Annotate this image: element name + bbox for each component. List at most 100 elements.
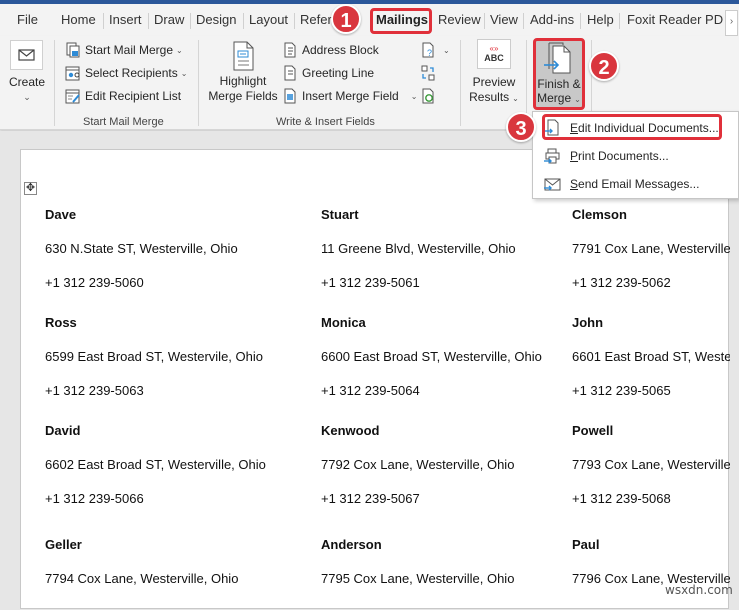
tab-review[interactable]: Review bbox=[438, 11, 481, 29]
record-address: 7793 Cox Lane, Westerville, Ohio bbox=[572, 457, 730, 472]
record-address: 7792 Cox Lane, Westerville, Ohio bbox=[321, 457, 515, 472]
start-mail-merge-button[interactable]: Start Mail Merge ⌄ bbox=[65, 40, 183, 60]
create-label[interactable]: Create ⌄ bbox=[6, 75, 48, 105]
record-name: Powell bbox=[572, 423, 614, 438]
finish-and-merge-button[interactable]: Finish & Merge ⌄ bbox=[533, 38, 585, 110]
preview-results-button[interactable]: «» ABC Preview Results ⌄ bbox=[469, 39, 519, 106]
address-block-icon bbox=[284, 42, 296, 58]
create-text: Create bbox=[8, 75, 46, 89]
insert-merge-field-button[interactable]: Insert Merge Field ⌄ bbox=[282, 86, 417, 106]
edit-recipient-list-icon bbox=[65, 89, 80, 104]
record-name: Anderson bbox=[321, 537, 382, 552]
group-label-write-insert-fields: Write & Insert Fields bbox=[276, 116, 375, 128]
tab-divider bbox=[243, 13, 244, 29]
tab-divider bbox=[484, 13, 485, 29]
select-recipients-button[interactable]: Select Recipients ⌄ bbox=[65, 63, 187, 83]
email-icon bbox=[544, 178, 561, 191]
record-name: David bbox=[45, 423, 81, 438]
highlight-label-line2: Merge Fields bbox=[208, 89, 278, 103]
rules-button[interactable]: ? ⌄ bbox=[420, 40, 450, 60]
step-badge-1: 1 bbox=[331, 4, 361, 34]
preview-marks: «» bbox=[489, 44, 499, 53]
record-address: 11 Greene Blvd, Westerville, Ohio bbox=[321, 241, 516, 256]
send-email-messages-label: Send Email Messages... bbox=[570, 177, 700, 191]
update-labels-button[interactable] bbox=[420, 86, 440, 106]
tab-file[interactable]: File bbox=[17, 11, 38, 29]
tab-divider bbox=[580, 13, 581, 29]
chevron-down-icon: ⌄ bbox=[443, 45, 450, 55]
tab-insert[interactable]: Insert bbox=[109, 11, 142, 29]
tab-divider bbox=[619, 13, 620, 29]
record-phone: +1 312 239-5065 bbox=[572, 383, 671, 398]
chevron-down-icon: ⌄ bbox=[410, 91, 418, 101]
address-block-button[interactable]: Address Block bbox=[282, 40, 379, 60]
highlight-label-line1: Highlight bbox=[219, 74, 267, 88]
document-page: ✥ Dave 630 N.State ST, Westerville, Ohio… bbox=[20, 149, 730, 610]
match-fields-icon bbox=[421, 65, 435, 81]
record-address: 7794 Cox Lane, Westerville, Ohio bbox=[45, 571, 239, 586]
record-name: Ross bbox=[45, 315, 77, 330]
record-phone: +1 312 239-5061 bbox=[321, 275, 420, 290]
tab-design[interactable]: Design bbox=[196, 11, 236, 29]
record-phone: +1 312 239-5067 bbox=[321, 491, 420, 506]
record-name: Monica bbox=[321, 315, 366, 330]
tab-references[interactable]: Refer bbox=[300, 11, 332, 29]
record-name: Clemson bbox=[572, 207, 627, 222]
tab-divider bbox=[523, 13, 524, 29]
record-name: Kenwood bbox=[321, 423, 380, 438]
tab-draw[interactable]: Draw bbox=[154, 11, 184, 29]
preview-abc: ABC bbox=[484, 53, 504, 63]
group-divider bbox=[54, 40, 55, 126]
group-divider bbox=[460, 40, 461, 126]
insert-merge-field-icon bbox=[284, 88, 296, 104]
greeting-line-label: Greeting Line bbox=[302, 66, 375, 80]
create-button[interactable] bbox=[10, 40, 43, 70]
select-recipients-label: Select Recipients bbox=[85, 66, 178, 80]
select-recipients-icon bbox=[65, 66, 80, 81]
records-table: Dave 630 N.State ST, Westerville, Ohio +… bbox=[21, 150, 730, 610]
chevron-down-icon: ⌄ bbox=[176, 45, 183, 55]
tab-add-ins[interactable]: Add-ins bbox=[530, 11, 574, 29]
chevron-down-icon: ⌄ bbox=[180, 68, 188, 78]
start-mail-merge-icon bbox=[66, 42, 80, 58]
chevron-down-icon: ⌄ bbox=[23, 92, 31, 102]
rules-icon: ? bbox=[422, 42, 434, 58]
highlight-merge-fields-icon bbox=[233, 41, 254, 71]
record-address: 6601 East Broad ST, Westerville, Ohio bbox=[572, 349, 730, 364]
svg-text:?: ? bbox=[427, 48, 432, 58]
greeting-line-button[interactable]: Greeting Line bbox=[282, 63, 374, 83]
tab-view[interactable]: View bbox=[490, 11, 518, 29]
tab-help[interactable]: Help bbox=[587, 11, 614, 29]
preview-results-icon: «» ABC bbox=[477, 39, 511, 69]
chevron-down-icon: ⌄ bbox=[574, 95, 581, 104]
chevron-down-icon: ⌄ bbox=[512, 94, 519, 103]
menu-item-print-documents[interactable]: Print Documents... bbox=[543, 145, 669, 167]
envelope-icon bbox=[18, 49, 35, 61]
watermark: wsxdn.com bbox=[665, 583, 733, 597]
printer-icon bbox=[544, 148, 560, 164]
tab-scroll-right-button[interactable]: › bbox=[725, 10, 738, 36]
match-fields-button[interactable] bbox=[420, 63, 440, 83]
tab-divider bbox=[294, 13, 295, 29]
record-phone: +1 312 239-5066 bbox=[45, 491, 144, 506]
tab-foxit-reader[interactable]: Foxit Reader PD bbox=[627, 11, 723, 29]
address-block-label: Address Block bbox=[302, 43, 379, 57]
greeting-line-icon bbox=[284, 65, 296, 81]
tab-divider bbox=[103, 13, 104, 29]
tab-home[interactable]: Home bbox=[61, 11, 96, 29]
step-badge-3: 3 bbox=[506, 112, 536, 142]
step-badge-2: 2 bbox=[589, 51, 619, 81]
record-address: 7791 Cox Lane, Westerville, Ohio bbox=[572, 241, 730, 256]
menu-item-send-email-messages[interactable]: Send Email Messages... bbox=[543, 173, 699, 195]
edit-recipient-list-button[interactable]: Edit Recipient List bbox=[65, 86, 181, 106]
tab-layout[interactable]: Layout bbox=[249, 11, 288, 29]
finish-merge-icon bbox=[544, 42, 571, 74]
finish-label-line1: Finish & bbox=[537, 77, 581, 91]
record-address: 630 N.State ST, Westerville, Ohio bbox=[45, 241, 238, 256]
update-labels-icon bbox=[422, 88, 434, 104]
highlight-merge-fields-button[interactable]: Highlight Merge Fields bbox=[205, 40, 281, 104]
finish-label-line2: Merge ⌄ bbox=[537, 91, 581, 105]
mailings-highlight-box bbox=[370, 8, 432, 34]
insert-merge-field-label: Insert Merge Field bbox=[302, 89, 399, 103]
preview-label-line1: Preview bbox=[472, 75, 516, 89]
